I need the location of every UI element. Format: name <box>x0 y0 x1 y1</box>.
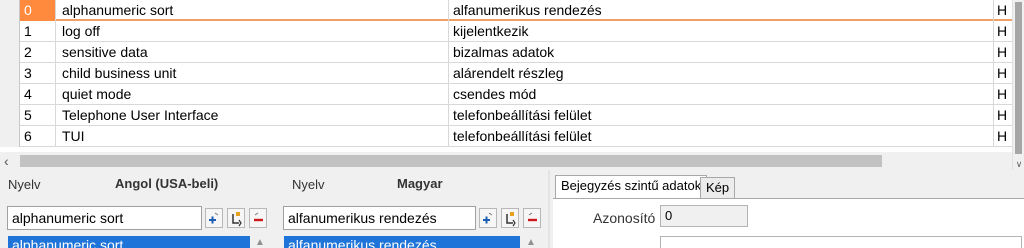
remove-icon <box>528 212 537 222</box>
row-header[interactable] <box>0 84 20 105</box>
hungarian-term-cell[interactable]: kijelentkezik <box>449 21 994 42</box>
extra-cell[interactable]: H <box>994 21 1012 42</box>
middle-language-name: Magyar <box>397 176 443 191</box>
hungarian-term-list-selected[interactable]: alfanumerikus rendezés <box>284 236 520 248</box>
english-term-cell[interactable]: quiet mode <box>56 84 449 105</box>
tab-image[interactable]: Kép <box>700 177 736 199</box>
middle-language-label: Nyelv <box>292 177 325 192</box>
hungarian-term-cell[interactable]: alfanumerikus rendezés <box>449 0 994 21</box>
move-term-button[interactable] <box>227 208 245 228</box>
vertical-scrollbar[interactable]: ∨ <box>1012 0 1024 170</box>
row-header[interactable] <box>0 126 20 147</box>
scroll-down-arrow-icon[interactable]: ∨ <box>1014 158 1024 170</box>
english-term-input[interactable]: alphanumeric sort <box>7 206 202 230</box>
hungarian-term-cell[interactable]: telefonbeállítási felület <box>449 126 994 147</box>
table-row[interactable]: 3 child business unit alárendelt részleg H <box>0 63 1012 84</box>
table-row[interactable]: 0 alphanumeric sort alfanumerikus rendezés… <box>0 0 1012 21</box>
hungarian-term-cell[interactable]: bizalmas adatok <box>449 42 994 63</box>
add-term-button[interactable] <box>205 208 223 228</box>
table-row[interactable]: 2 sensitive data bizalmas adatok H <box>0 42 1012 63</box>
vertical-scroll-thumb[interactable] <box>1015 2 1022 154</box>
extra-cell[interactable]: H <box>994 126 1012 147</box>
row-index[interactable]: 1 <box>20 21 56 42</box>
extra-cell[interactable]: H <box>994 42 1012 63</box>
add-icon <box>209 212 219 224</box>
id-field: 0 <box>660 205 748 227</box>
row-index[interactable]: 5 <box>20 105 56 126</box>
next-field[interactable] <box>660 236 1022 248</box>
term-table: 0 alphanumeric sort alfanumerikus rendezés… <box>0 0 1024 152</box>
hungarian-term-cell[interactable]: csendes mód <box>449 84 994 105</box>
row-header[interactable] <box>0 0 20 21</box>
remove-icon <box>254 212 263 222</box>
horizontal-scrollbar[interactable]: ‹ <box>0 152 1012 170</box>
english-term-cell[interactable]: child business unit <box>56 63 449 84</box>
extra-cell[interactable]: H <box>994 63 1012 84</box>
row-header[interactable] <box>0 63 20 84</box>
english-term-cell[interactable]: sensitive data <box>56 42 449 63</box>
left-language-label: Nyelv <box>8 177 41 192</box>
english-list-scroll-icon[interactable]: ▲ <box>253 236 267 248</box>
extra-cell[interactable]: H <box>994 105 1012 126</box>
row-index[interactable]: 3 <box>20 63 56 84</box>
row-index[interactable]: 2 <box>20 42 56 63</box>
hungarian-term-cell[interactable]: telefonbeállítási felület <box>449 105 994 126</box>
extra-cell[interactable]: H <box>994 0 1012 21</box>
hungarian-term-input[interactable]: alfanumerikus rendezés <box>283 206 476 230</box>
tab-entry-level-data[interactable]: Bejegyzés szintű adatok <box>555 175 708 199</box>
id-label: Azonosító <box>593 210 656 226</box>
table-row[interactable]: 6 TUI telefonbeállítási felület H <box>0 126 1012 147</box>
horizontal-scroll-thumb[interactable] <box>20 155 882 167</box>
table-row[interactable]: 5 Telephone User Interface telefonbeállítá… <box>0 105 1012 126</box>
table-row[interactable]: 4 quiet mode csendes mód H <box>0 84 1012 105</box>
remove-translation-button[interactable] <box>523 208 541 228</box>
english-term-cell[interactable]: log off <box>56 21 449 42</box>
remove-term-button[interactable] <box>249 208 267 228</box>
pane-splitter[interactable] <box>548 170 550 248</box>
row-header[interactable] <box>0 42 20 63</box>
left-language-name: Angol (USA-beli) <box>115 176 219 191</box>
move-translation-button[interactable] <box>501 208 519 228</box>
hungarian-list-scroll-icon[interactable]: ▲ <box>524 236 538 248</box>
english-term-cell[interactable]: TUI <box>56 126 449 147</box>
add-translation-button[interactable] <box>479 208 497 228</box>
row-index[interactable]: 4 <box>20 84 56 105</box>
move-icon <box>232 212 242 227</box>
row-index[interactable]: 0 <box>20 0 56 21</box>
english-term-cell[interactable]: alphanumeric sort <box>56 0 449 21</box>
english-term-list-selected[interactable]: alphanumeric sort <box>8 236 250 248</box>
table-row[interactable]: 1 log off kijelentkezik H <box>0 21 1012 42</box>
row-index[interactable]: 6 <box>20 126 56 147</box>
scroll-left-arrow-icon[interactable]: ‹ <box>4 152 18 170</box>
add-icon <box>483 212 493 224</box>
move-icon <box>506 212 516 227</box>
row-header[interactable] <box>0 105 20 126</box>
row-header[interactable] <box>0 21 20 42</box>
english-term-cell[interactable]: Telephone User Interface <box>56 105 449 126</box>
hungarian-term-cell[interactable]: alárendelt részleg <box>449 63 994 84</box>
extra-cell[interactable]: H <box>994 84 1012 105</box>
